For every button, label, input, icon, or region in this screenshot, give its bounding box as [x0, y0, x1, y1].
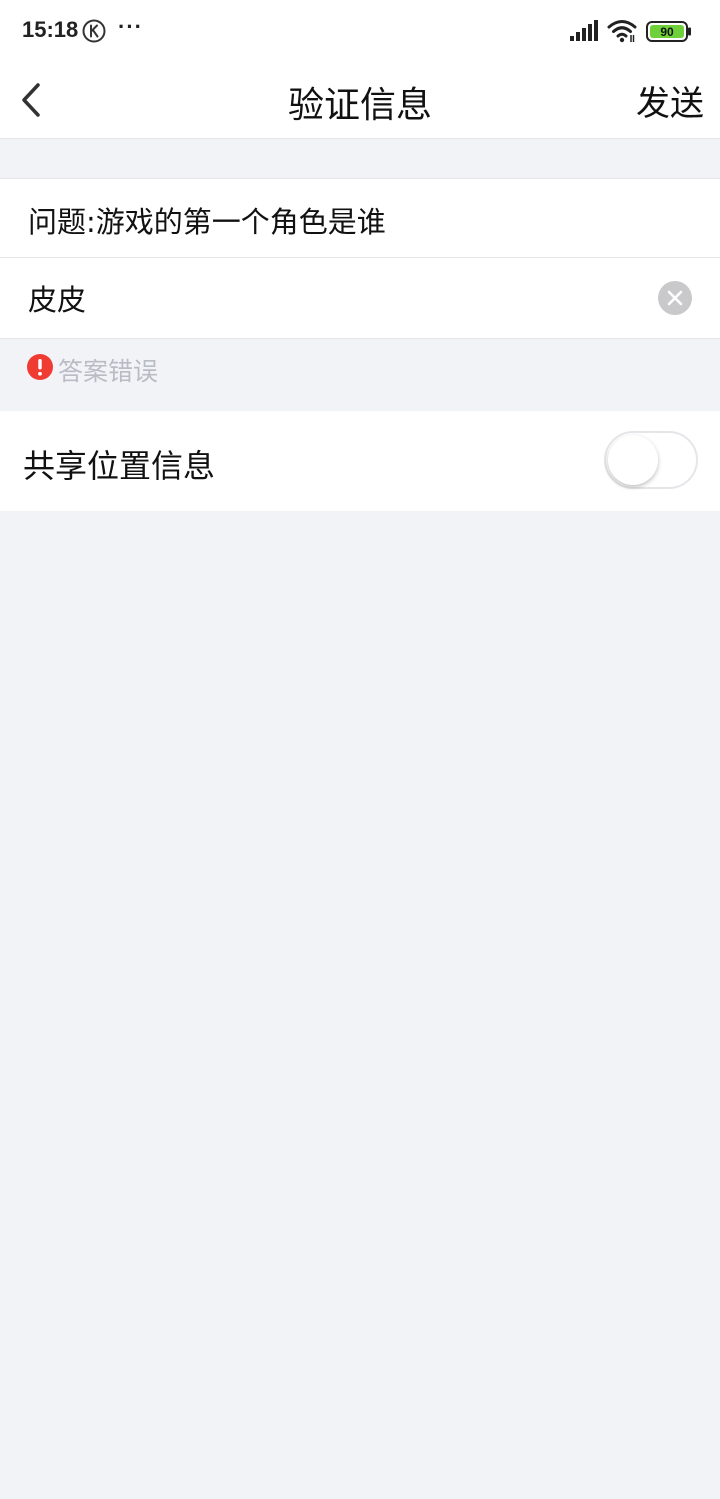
nav-bar: 验证信息 发送: [0, 64, 720, 139]
toggle-knob: [608, 435, 658, 485]
signal-icon: [570, 20, 598, 41]
send-button[interactable]: 发送: [636, 76, 704, 125]
more-dots: ···: [118, 14, 143, 39]
answer-row: [0, 258, 720, 339]
question-text: 问题:游戏的第一个角色是谁: [28, 205, 386, 239]
answer-input[interactable]: [28, 276, 628, 320]
location-share-label: 共享位置信息: [23, 447, 216, 485]
status-bar: 15:18 ··· 90: [0, 0, 720, 64]
clear-circle-icon[interactable]: [657, 280, 693, 316]
battery-icon: 90: [646, 21, 691, 42]
exclamation-circle-icon: [27, 354, 53, 380]
k-icon: [82, 19, 106, 43]
page-title: 验证信息: [287, 85, 432, 126]
wifi-icon: [607, 20, 637, 43]
error-text: 答案错误: [58, 357, 159, 386]
location-share-toggle[interactable]: [604, 431, 698, 489]
status-time: 15:18: [22, 17, 79, 42]
battery-level: 90: [660, 25, 674, 39]
question-row: 问题:游戏的第一个角色是谁: [0, 178, 720, 258]
